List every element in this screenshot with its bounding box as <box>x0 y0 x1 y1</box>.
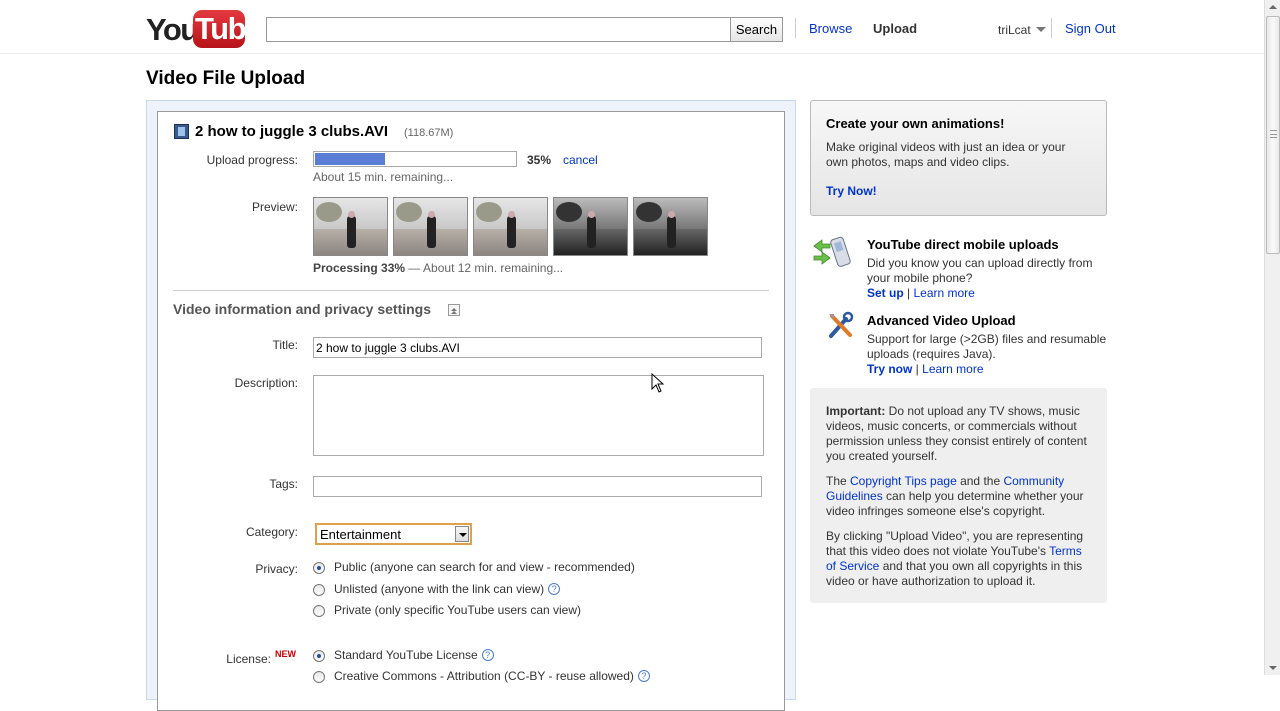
copyright-text-mid: and the <box>956 474 1004 488</box>
youtube-logo[interactable]: You Tube <box>146 10 262 50</box>
privacy-public-label[interactable]: Public (anyone can search for and view -… <box>334 560 635 574</box>
search-button[interactable]: Search <box>730 17 783 42</box>
upload-time-remaining: About 15 min. remaining... <box>313 170 454 184</box>
scroll-grip-icon <box>1270 130 1277 138</box>
sign-out-link[interactable]: Sign Out <box>1065 21 1116 36</box>
processing-percent: Processing 33% <box>313 261 406 275</box>
privacy-private-label[interactable]: Private (only specific YouTube users can… <box>334 603 581 617</box>
nav-divider <box>1051 18 1052 38</box>
preview-thumbnail <box>393 197 468 256</box>
help-icon[interactable]: ? <box>548 583 561 595</box>
license-label: License: <box>226 652 271 666</box>
terms-text: By clicking "Upload Video", you are repr… <box>826 529 1094 589</box>
license-standard-option[interactable]: Standard YouTube License? <box>334 648 494 662</box>
advanced-upload-title: Advanced Video Upload <box>867 313 1016 328</box>
terms-text-pre: By clicking "Upload Video", you are repr… <box>826 529 1084 558</box>
copyright-tips-link[interactable]: Copyright Tips page <box>850 474 957 488</box>
preview-thumbnail <box>553 197 628 256</box>
mobile-phone-icon <box>813 236 851 267</box>
file-name: 2 how to juggle 3 clubs.AVI <box>195 123 389 140</box>
page-title: Video File Upload <box>146 68 306 89</box>
preview-label: Preview: <box>251 200 298 214</box>
link-separator: | <box>912 362 923 376</box>
mouse-cursor-icon <box>651 373 665 393</box>
upload-progress-percent: 35% <box>527 153 552 167</box>
license-cc-radio[interactable] <box>313 671 325 683</box>
tags-input[interactable] <box>313 476 762 497</box>
preview-thumbnail <box>313 197 388 256</box>
collapse-icon[interactable] <box>448 304 460 316</box>
nav-upload-current[interactable]: Upload <box>873 21 917 36</box>
logo-tube-text: Tube <box>193 10 262 48</box>
privacy-unlisted-label[interactable]: Unlisted (anyone with the link can view) <box>334 582 544 596</box>
category-selected-value: Entertainment <box>320 527 401 542</box>
help-icon[interactable]: ? <box>481 649 494 661</box>
mobile-learn-more-link[interactable]: Learn more <box>913 286 974 300</box>
privacy-unlisted-radio[interactable] <box>313 584 325 596</box>
category-select[interactable]: Entertainment <box>315 523 472 545</box>
privacy-private-radio[interactable] <box>313 605 325 617</box>
preview-thumbnail <box>633 197 708 256</box>
dropdown-arrow-icon[interactable] <box>455 526 469 542</box>
privacy-public-radio[interactable] <box>313 562 325 574</box>
nav-browse-link[interactable]: Browse <box>809 21 852 36</box>
upload-progress-label: Upload progress: <box>206 153 298 167</box>
mobile-upload-links: Set up | Learn more <box>867 286 975 300</box>
advanced-try-now-link[interactable]: Try now <box>867 362 912 376</box>
preview-thumbnail <box>473 197 548 256</box>
mobile-upload-title: YouTube direct mobile uploads <box>867 237 1059 252</box>
privacy-label: Privacy: <box>255 562 298 576</box>
search-input[interactable] <box>266 17 731 42</box>
film-icon <box>174 124 189 139</box>
user-menu[interactable]: triLcat <box>998 23 1031 37</box>
file-size: (118.67M) <box>404 127 454 139</box>
description-label: Description: <box>234 376 298 390</box>
title-input[interactable] <box>313 337 762 358</box>
new-badge: NEW <box>275 649 296 659</box>
important-notice-text: Important: Do not upload any TV shows, m… <box>826 404 1094 464</box>
description-textarea[interactable] <box>313 375 764 456</box>
advanced-learn-more-link[interactable]: Learn more <box>922 362 983 376</box>
animations-try-now-link[interactable]: Try Now! <box>826 184 877 198</box>
license-cc-label[interactable]: Creative Commons - Attribution (CC-BY - … <box>334 669 634 683</box>
privacy-unlisted-option[interactable]: Unlisted (anyone with the link can view)… <box>334 582 561 596</box>
title-label: Title: <box>272 338 298 352</box>
mobile-upload-text: Did you know you can upload directly fro… <box>867 256 1093 285</box>
upload-progress-bar <box>313 151 517 167</box>
important-label: Important: <box>826 404 886 418</box>
license-standard-label[interactable]: Standard YouTube License <box>334 648 478 662</box>
advanced-upload-links: Try now | Learn more <box>867 362 984 376</box>
copyright-tips-text: The Copyright Tips page and the Communit… <box>826 474 1094 519</box>
cancel-upload-link[interactable]: cancel <box>563 153 598 167</box>
mobile-setup-link[interactable]: Set up <box>867 286 904 300</box>
animations-promo-text: Make original videos with just an idea o… <box>826 140 1066 169</box>
scroll-down-arrow-icon[interactable] <box>1269 666 1277 670</box>
header-divider <box>0 53 1264 54</box>
section-title: Video information and privacy settings <box>173 301 432 317</box>
section-divider <box>173 290 769 291</box>
vertical-scrollbar[interactable] <box>1264 0 1280 675</box>
category-label: Category: <box>245 525 298 539</box>
processing-status: Processing 33% — About 12 min. remaining… <box>313 261 563 275</box>
nav-divider <box>795 18 796 38</box>
logo-you-text: You <box>146 12 199 47</box>
scrollbar-thumb[interactable] <box>1266 16 1280 254</box>
processing-remaining: — About 12 min. remaining... <box>405 261 564 275</box>
animations-promo-title: Create your own animations! <box>826 116 1005 131</box>
license-cc-option[interactable]: Creative Commons - Attribution (CC-BY - … <box>334 669 650 683</box>
copyright-text-pre: The <box>826 474 851 488</box>
upload-progress-fill <box>315 153 385 165</box>
tools-icon <box>829 311 854 338</box>
help-icon[interactable]: ? <box>637 670 650 682</box>
advanced-upload-text: Support for large (>2GB) files and resum… <box>867 332 1107 361</box>
license-standard-radio[interactable] <box>313 650 325 662</box>
chevron-down-icon[interactable] <box>1036 27 1046 32</box>
link-separator: | <box>903 286 914 300</box>
scroll-up-arrow-icon[interactable] <box>1269 5 1277 9</box>
tags-label: Tags: <box>269 477 298 491</box>
